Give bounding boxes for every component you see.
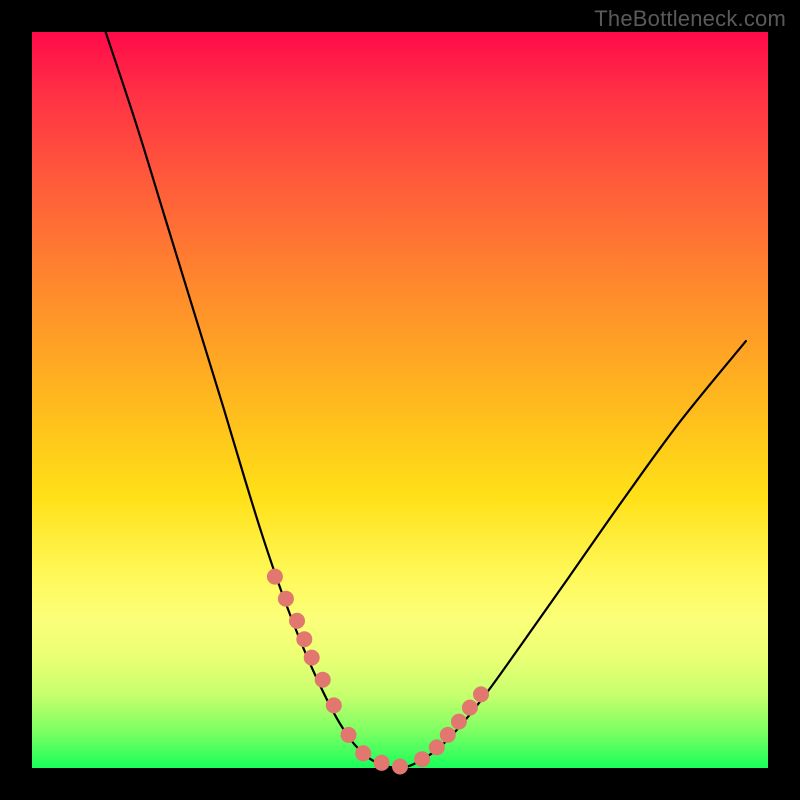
watermark-text: TheBottleneck.com xyxy=(594,6,786,32)
chart-svg xyxy=(32,32,768,768)
curve-marker xyxy=(374,755,390,771)
chart-stage: TheBottleneck.com xyxy=(0,0,800,800)
marker-group xyxy=(267,569,489,775)
curve-marker xyxy=(429,739,445,755)
curve-marker xyxy=(278,591,294,607)
bottleneck-curve xyxy=(106,32,746,768)
curve-marker xyxy=(440,727,456,743)
curve-marker xyxy=(326,697,342,713)
curve-marker xyxy=(341,727,357,743)
plot-area xyxy=(32,32,768,768)
curve-marker xyxy=(289,613,305,629)
curve-marker xyxy=(267,569,283,585)
curve-marker xyxy=(315,672,331,688)
curve-marker xyxy=(355,745,371,761)
curve-marker xyxy=(392,759,408,775)
curve-marker xyxy=(451,714,467,730)
curve-marker xyxy=(414,751,430,767)
curve-marker xyxy=(296,631,312,647)
curve-marker xyxy=(473,686,489,702)
curve-marker xyxy=(462,700,478,716)
curve-marker xyxy=(304,650,320,666)
